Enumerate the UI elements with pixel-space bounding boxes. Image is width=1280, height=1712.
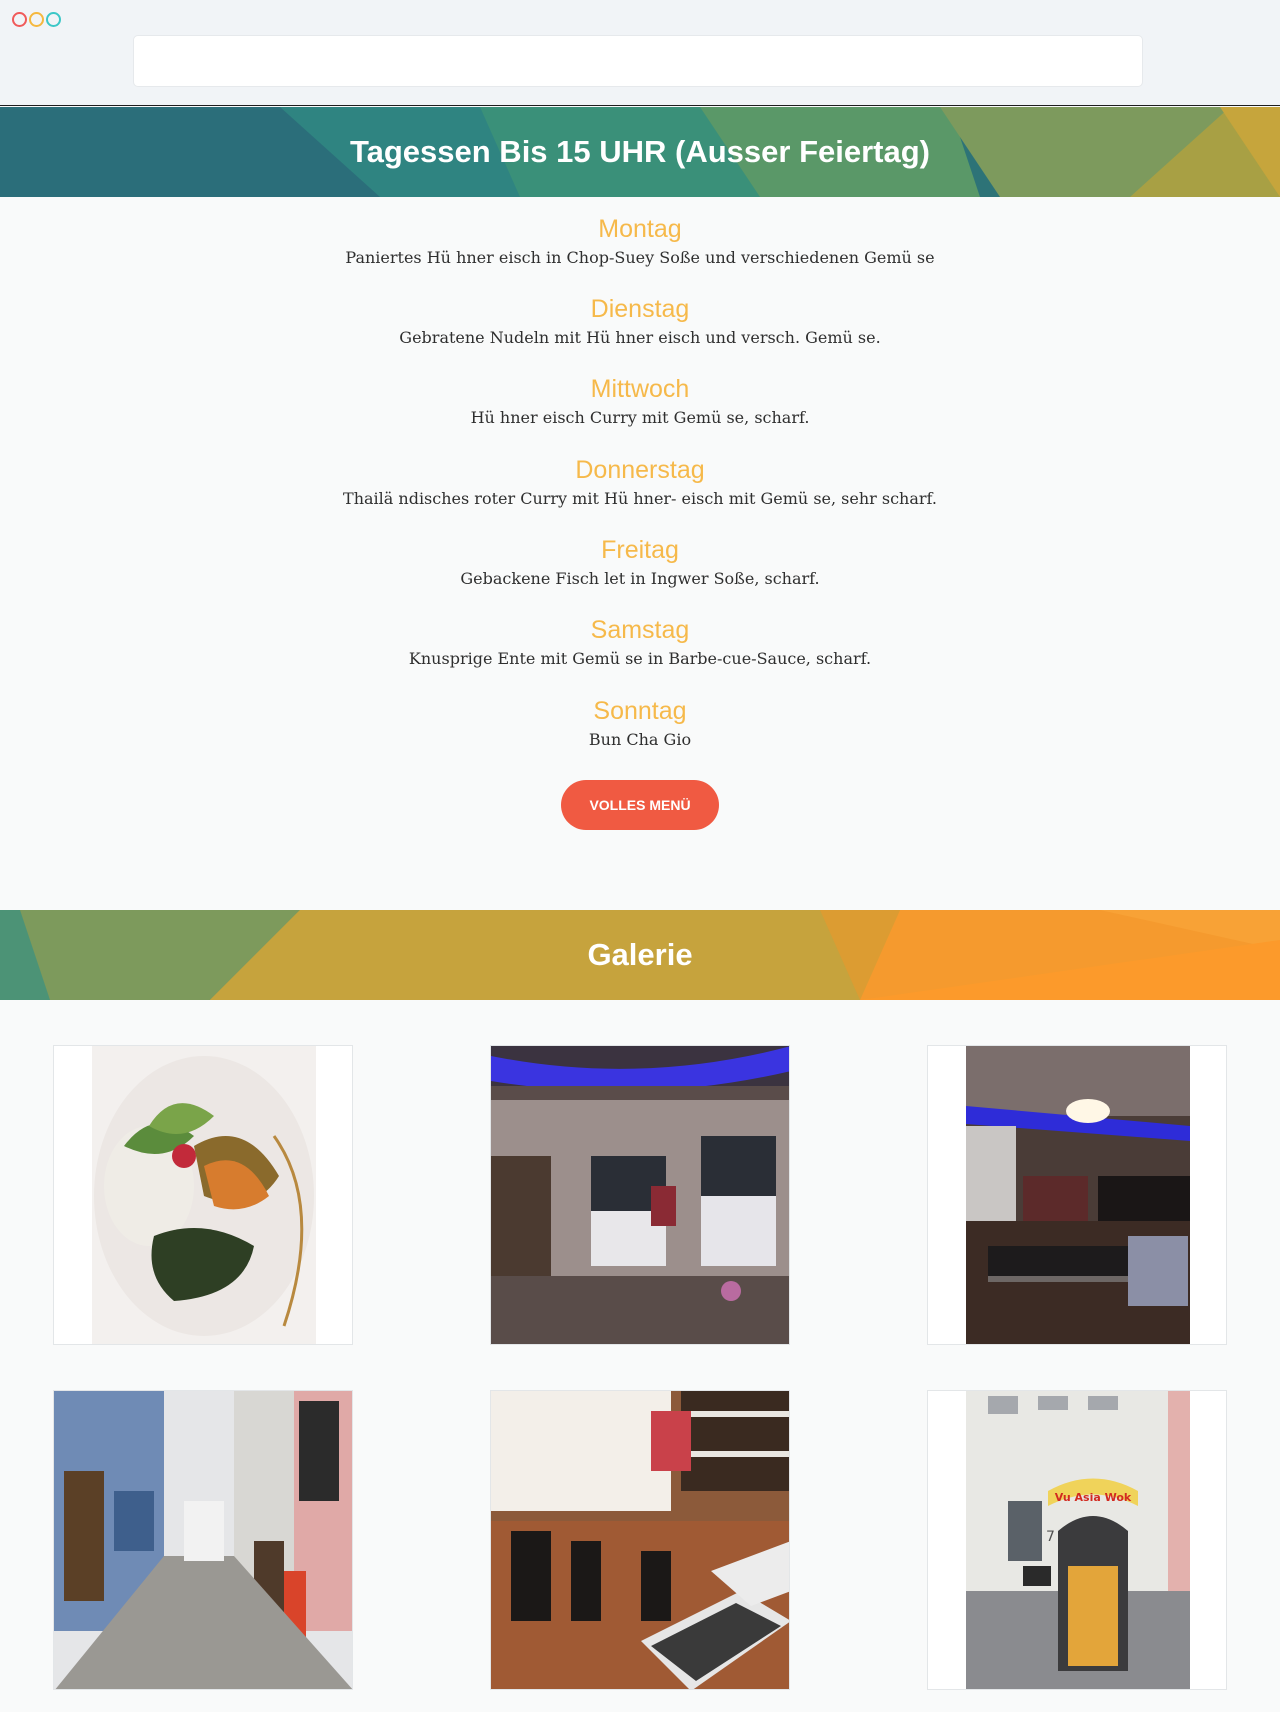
day-dish: Hü hner eisch Curry mit Gemü se, scharf. [470,408,810,427]
day-name: Samstag [590,616,690,644]
gallery-image-alley-street[interactable] [53,1390,353,1690]
gallery-section: Vu Asia Wok 7 [0,1000,1280,1712]
day-dish: Thailä ndisches roter Curry mit Hü hner-… [343,489,937,508]
full-menu-button[interactable]: VOLLES MENÜ [561,780,719,830]
day-dish: Knusprige Ente mit Gemü se in Barbe-cue-… [408,649,872,668]
gallery-banner: Galerie [0,910,1280,1000]
address-bar[interactable] [133,35,1143,87]
day-item: Samstag Knusprige Ente mit Gemü se in Ba… [0,614,1280,670]
day-item: Freitag Gebackene Fisch let in Ingwer So… [0,534,1280,590]
close-window-icon[interactable] [12,12,27,27]
daily-menu-title: Tagessen Bis 15 UHR (Ausser Feiertag) [349,134,930,169]
house-number-text: 7 [1046,1529,1055,1545]
day-name: Dienstag [590,295,690,323]
day-item: Dienstag Gebratene Nudeln mit Hü hner ei… [0,293,1280,349]
day-name: Montag [598,215,682,243]
day-name: Donnerstag [575,456,705,484]
browser-chrome [0,0,1280,106]
gallery-image-dining-room-bar[interactable] [927,1045,1227,1345]
day-name: Mittwoch [590,375,690,403]
minimize-window-icon[interactable] [29,12,44,27]
day-dish: Gebratene Nudeln mit Hü hner eisch und v… [399,328,881,347]
daily-menu-banner: Tagessen Bis 15 UHR (Ausser Feiertag) [0,107,1280,197]
gallery-image-salad[interactable] [53,1045,353,1345]
day-item: Donnerstag Thailä ndisches roter Curry m… [0,454,1280,510]
day-item: Mittwoch Hü hner eisch Curry mit Gemü se… [0,373,1280,429]
day-dish: Paniertes Hü hner eisch in Chop-Suey Soß… [345,248,935,267]
daily-menu-section: Montag Paniertes Hü hner eisch in Chop-S… [0,197,1280,830]
gallery-title: Galerie [587,937,693,972]
day-dish: Gebackene Fisch let in Ingwer Soße, scha… [460,569,820,588]
gallery-image-storefront[interactable]: Vu Asia Wok 7 [927,1390,1227,1690]
storefront-sign-text: Vu Asia Wok [1055,1491,1132,1504]
day-name: Sonntag [593,697,687,725]
day-dish: Bun Cha Gio [588,730,692,749]
day-item: Sonntag Bun Cha Gio [0,695,1280,751]
day-item: Montag Paniertes Hü hner eisch in Chop-S… [0,213,1280,269]
maximize-window-icon[interactable] [46,12,61,27]
gallery-image-restaurant-tables[interactable] [490,1390,790,1690]
day-name: Freitag [601,536,679,564]
gallery-image-dining-room-windows[interactable] [490,1045,790,1345]
